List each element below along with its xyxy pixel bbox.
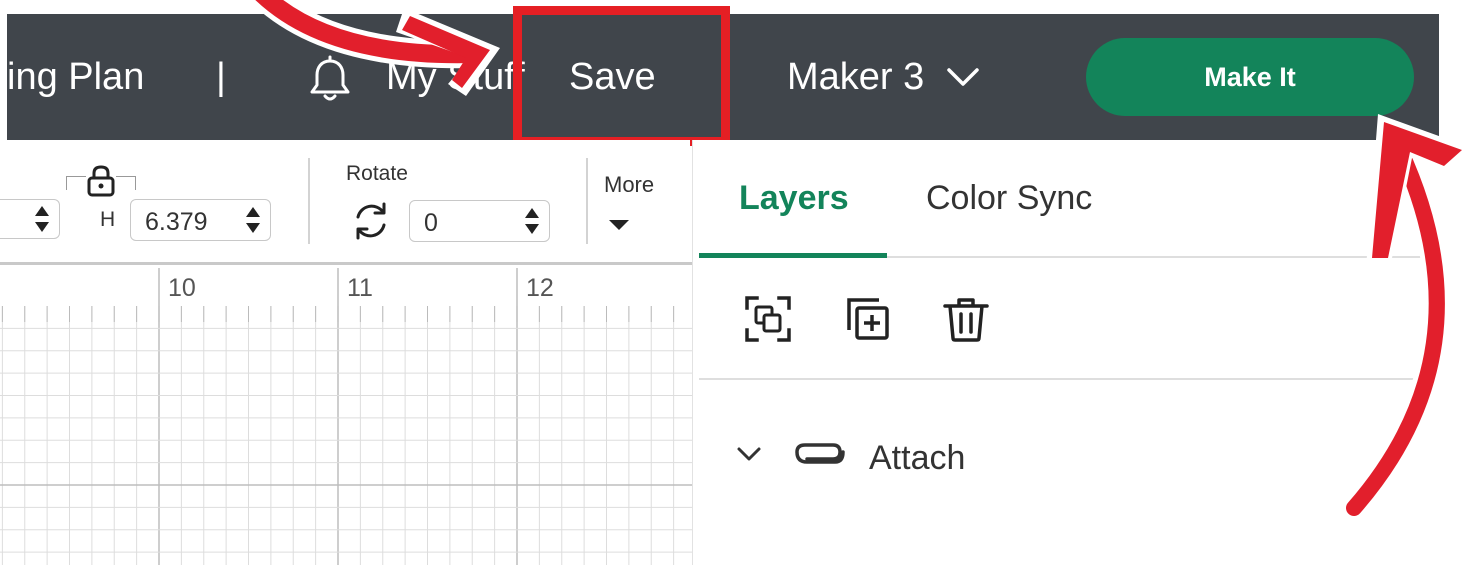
layers-panel: Layers Color Sync Attach bbox=[692, 140, 1423, 565]
duplicate-icon[interactable] bbox=[843, 294, 893, 344]
ruler-label-12: 12 bbox=[526, 274, 554, 302]
delete-icon[interactable] bbox=[941, 294, 991, 344]
stepper-arrows-icon[interactable] bbox=[242, 203, 264, 237]
stepper-arrows-icon[interactable] bbox=[521, 204, 543, 238]
tab-layers[interactable]: Layers bbox=[739, 181, 849, 215]
design-canvas[interactable]: 10 11 12 bbox=[0, 262, 692, 565]
more-menu-label[interactable]: More bbox=[604, 172, 654, 198]
make-it-button[interactable]: Make It bbox=[1086, 38, 1414, 116]
caret-down-icon[interactable] bbox=[609, 220, 629, 230]
ruler-label-10: 10 bbox=[168, 274, 196, 302]
edit-toolbar: H 6.379 Rotate 0 More bbox=[0, 140, 690, 262]
header-separator: | bbox=[216, 56, 226, 98]
machine-label: Maker 3 bbox=[787, 56, 925, 98]
toolbar-divider bbox=[586, 158, 588, 244]
save-highlight-box bbox=[513, 6, 730, 146]
group-icon[interactable] bbox=[743, 294, 793, 344]
my-stuff-link[interactable]: My Stuff bbox=[386, 58, 525, 96]
ruler-label-11: 11 bbox=[347, 274, 373, 302]
chevron-down-icon bbox=[947, 68, 980, 86]
height-value: 6.379 bbox=[145, 208, 208, 236]
rotate-input[interactable]: 0 bbox=[409, 200, 550, 242]
attach-layer-label[interactable]: Attach bbox=[869, 441, 965, 475]
canvas-grid[interactable]: 10 11 12 bbox=[0, 262, 692, 565]
bell-icon[interactable] bbox=[305, 54, 355, 104]
lock-icon[interactable] bbox=[86, 164, 116, 198]
active-tab-indicator bbox=[699, 253, 887, 258]
toolbar-divider bbox=[308, 158, 310, 244]
rotate-label: Rotate bbox=[346, 162, 408, 185]
rotate-icon[interactable] bbox=[350, 200, 392, 242]
expand-chevron-icon[interactable] bbox=[735, 444, 763, 464]
height-label: H bbox=[100, 208, 116, 231]
height-input[interactable]: 6.379 bbox=[130, 199, 271, 241]
rotate-value: 0 bbox=[424, 209, 438, 237]
plan-label[interactable]: ing Plan bbox=[7, 58, 144, 96]
tab-color-sync[interactable]: Color Sync bbox=[926, 181, 1092, 215]
machine-selector[interactable]: Maker 3 bbox=[787, 58, 980, 96]
paperclip-icon bbox=[795, 443, 845, 464]
stepper-arrows-icon[interactable] bbox=[31, 202, 53, 236]
actions-divider bbox=[699, 378, 1423, 380]
width-stepper[interactable] bbox=[0, 199, 60, 239]
